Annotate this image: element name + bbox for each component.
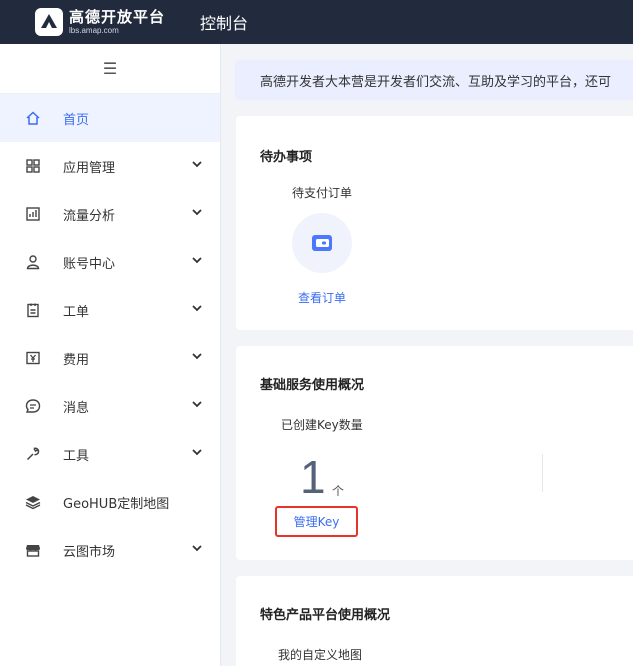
sidebar-item-label: 流量分析 [63, 208, 116, 224]
wallet-icon [312, 235, 332, 251]
sidebar-item-tools[interactable]: 工具 [0, 430, 220, 478]
divider [542, 454, 543, 492]
todo-card: 待办事项 待支付订单 查看订单 [236, 116, 633, 330]
chevron-down-icon [192, 305, 202, 312]
amap-logo[interactable]: 高德开放平台 lbs.amap.com [35, 8, 165, 36]
sidebar-item-label: 工单 [63, 304, 90, 320]
chevron-down-icon [192, 449, 202, 456]
sidebar-item-geohub[interactable]: GeoHUB定制地图 [0, 478, 220, 526]
basic-service-card: 基础服务使用概况 已创建Key数量 1 个 管理Key [236, 346, 633, 560]
grid-icon [24, 157, 42, 175]
layers-icon [24, 493, 42, 511]
logo-title: 高德开放平台 [69, 7, 166, 26]
sidebar-item-work-order[interactable]: 工单 [0, 286, 220, 334]
manage-key-label: 管理Key [293, 515, 340, 529]
yen-icon [24, 349, 42, 367]
sidebar: ☰ 首页 应用管理 流量分析 账号中心 工单 费用 消息 工具 GeoHUB定制… [0, 44, 221, 666]
custom-map-label: 我的自定义地图 [278, 648, 363, 662]
sidebar-item-home[interactable]: 首页 [0, 94, 220, 142]
store-icon [24, 541, 42, 559]
chevron-down-icon [192, 401, 202, 408]
sidebar-item-traffic-analysis[interactable]: 流量分析 [0, 190, 220, 238]
key-count-value: 1 [300, 451, 326, 503]
sidebar-item-label: 账号中心 [63, 256, 116, 272]
announcement-text: 高德开发者大本营是开发者们交流、互助及学习的平台，还可 [260, 74, 612, 90]
featured-products-title: 特色产品平台使用概况 [260, 608, 391, 623]
chevron-down-icon [192, 353, 202, 360]
menu-icon[interactable]: ☰ [103, 59, 117, 78]
sidebar-item-label: 费用 [63, 352, 90, 368]
chevron-down-icon [192, 161, 202, 168]
sidebar-item-label: 消息 [63, 400, 90, 416]
console-title[interactable]: 控制台 [200, 10, 248, 34]
top-bar: 高德开放平台 lbs.amap.com 控制台 [0, 0, 633, 44]
sidebar-toggle[interactable]: ☰ [0, 44, 220, 94]
basic-service-title: 基础服务使用概况 [260, 378, 365, 393]
sidebar-item-app-management[interactable]: 应用管理 [0, 142, 220, 190]
chevron-down-icon [192, 257, 202, 264]
clipboard-icon [24, 301, 42, 319]
message-icon [24, 397, 42, 415]
chevron-down-icon [192, 545, 202, 552]
home-icon [24, 109, 42, 127]
announcement-banner[interactable]: 高德开发者大本营是开发者们交流、互助及学习的平台，还可 [235, 60, 633, 100]
wrench-icon [24, 445, 42, 463]
sidebar-item-account-center[interactable]: 账号中心 [0, 238, 220, 286]
sidebar-item-label: 云图市场 [63, 544, 116, 560]
sidebar-item-label: 首页 [63, 112, 90, 128]
view-orders-link[interactable]: 查看订单 [298, 289, 346, 306]
featured-products-card: 特色产品平台使用概况 我的自定义地图 [236, 576, 633, 666]
pending-payment-badge[interactable] [292, 213, 352, 273]
chevron-down-icon [192, 209, 202, 216]
logo-icon [35, 8, 63, 36]
chart-icon [24, 205, 42, 223]
sidebar-item-label: 应用管理 [63, 160, 116, 176]
sidebar-item-messages[interactable]: 消息 [0, 382, 220, 430]
key-count-unit: 个 [332, 484, 345, 498]
sidebar-item-cloud-map-market[interactable]: 云图市场 [0, 526, 220, 574]
sidebar-item-label: 工具 [63, 448, 90, 464]
manage-key-button[interactable]: 管理Key [275, 506, 358, 537]
sidebar-item-billing[interactable]: 费用 [0, 334, 220, 382]
todo-title: 待办事项 [260, 150, 313, 165]
pending-payment-label: 待支付订单 [292, 186, 353, 200]
sidebar-item-label: GeoHUB定制地图 [63, 496, 170, 512]
user-icon [24, 253, 42, 271]
main-content: 高德开发者大本营是开发者们交流、互助及学习的平台，还可 待办事项 待支付订单 查… [221, 44, 633, 666]
logo-subtitle: lbs.amap.com [69, 25, 119, 35]
key-count-label: 已创建Key数量 [281, 418, 363, 432]
